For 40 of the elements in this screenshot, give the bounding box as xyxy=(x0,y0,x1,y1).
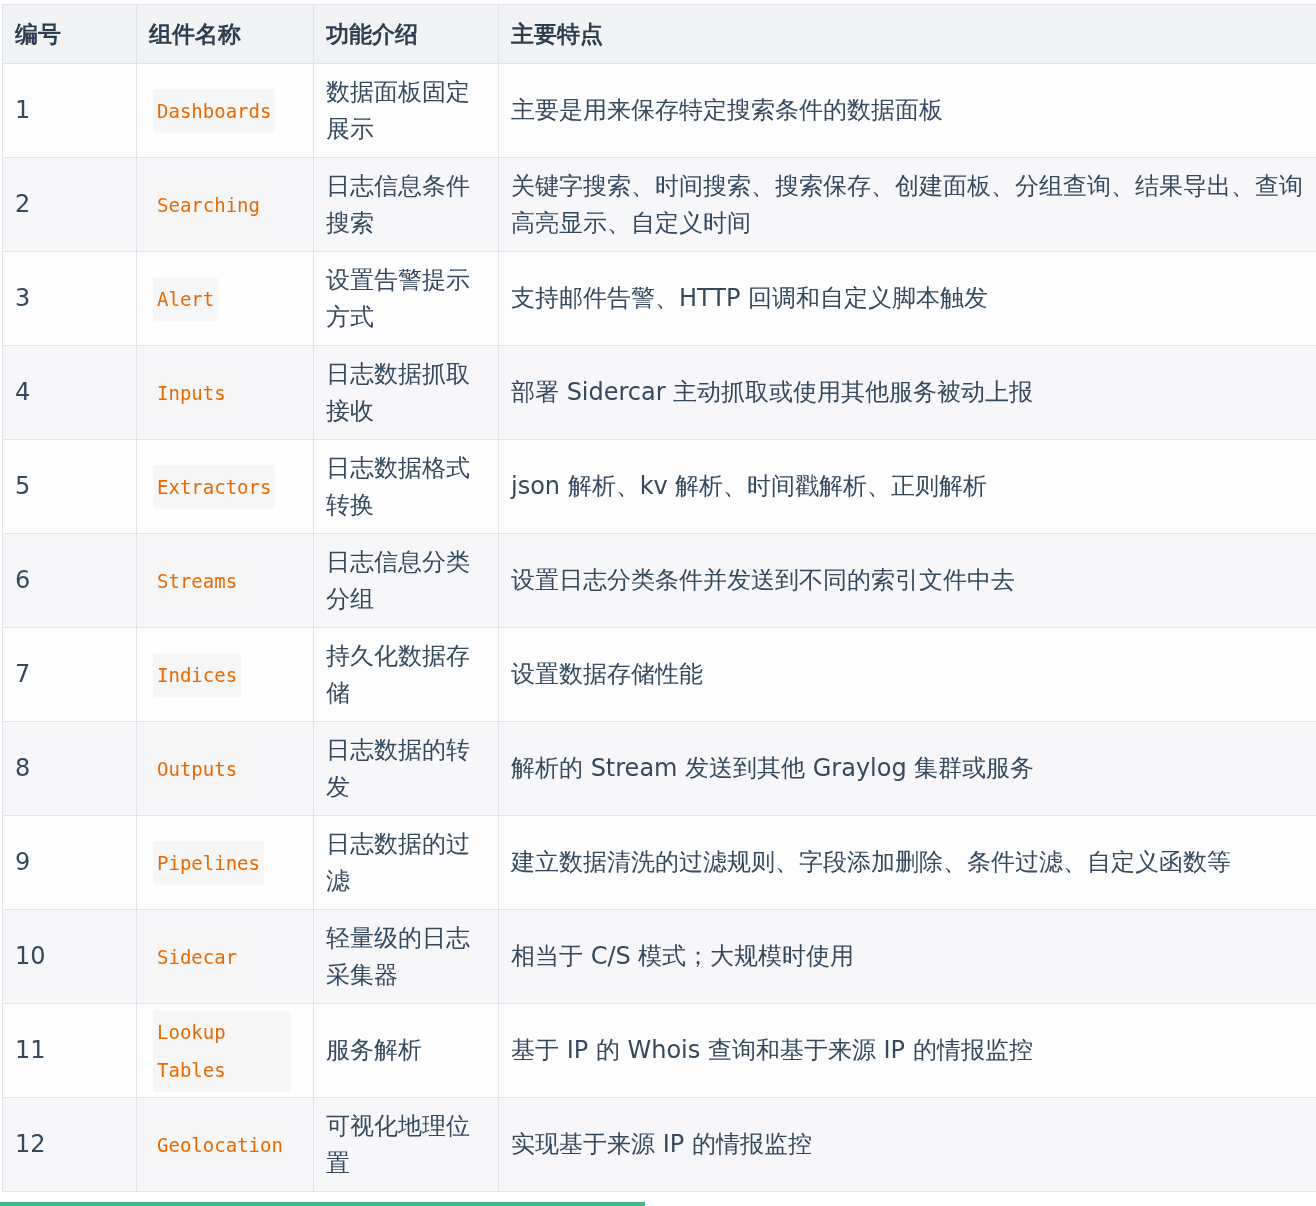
number-cell: 10 xyxy=(2,909,137,1004)
component-name: Extractors xyxy=(153,464,276,509)
component-name: Geolocation xyxy=(153,1122,287,1167)
number-cell: 11 xyxy=(2,1003,137,1098)
function-cell: 日志信息分类分组 xyxy=(313,533,499,628)
number-cell: 9 xyxy=(2,815,137,910)
component-name: Indices xyxy=(153,652,242,697)
component-name: Sidecar xyxy=(153,934,242,979)
number-cell: 5 xyxy=(2,439,137,534)
function-cell: 服务解析 xyxy=(313,1003,499,1098)
function-cell: 可视化地理位置 xyxy=(313,1097,499,1192)
component-name: Inputs xyxy=(153,370,230,415)
component-name: Pipelines xyxy=(153,840,264,885)
function-cell: 数据面板固定展示 xyxy=(313,63,499,158)
function-cell: 日志信息条件搜索 xyxy=(313,157,499,252)
column-header: 功能介绍 xyxy=(313,4,499,64)
component-name: Dashboards xyxy=(153,88,276,133)
number-cell: 7 xyxy=(2,627,137,722)
number-cell: 4 xyxy=(2,345,137,440)
column-header: 组件名称 xyxy=(136,4,314,64)
component-name: Outputs xyxy=(153,746,242,791)
column-header: 编号 xyxy=(2,4,137,64)
number-cell: 2 xyxy=(2,157,137,252)
function-cell: 日志数据的转发 xyxy=(313,721,499,816)
function-cell: 轻量级的日志采集器 xyxy=(313,909,499,1004)
component-name: Lookup Tables xyxy=(153,1009,291,1092)
number-cell: 1 xyxy=(2,63,137,158)
function-cell: 日志数据格式转换 xyxy=(313,439,499,534)
number-cell: 8 xyxy=(2,721,137,816)
number-cell: 3 xyxy=(2,251,137,346)
number-cell: 12 xyxy=(2,1097,137,1192)
number-cell: 6 xyxy=(2,533,137,628)
column-header: 主要特点 xyxy=(498,4,1316,64)
component-name: Searching xyxy=(153,182,264,227)
function-cell: 日志数据抓取接收 xyxy=(313,345,499,440)
function-cell: 日志数据的过滤 xyxy=(313,815,499,910)
function-cell: 设置告警提示方式 xyxy=(313,251,499,346)
function-cell: 持久化数据存储 xyxy=(313,627,499,722)
component-name: Alert xyxy=(153,276,219,321)
component-name: Streams xyxy=(153,558,242,603)
